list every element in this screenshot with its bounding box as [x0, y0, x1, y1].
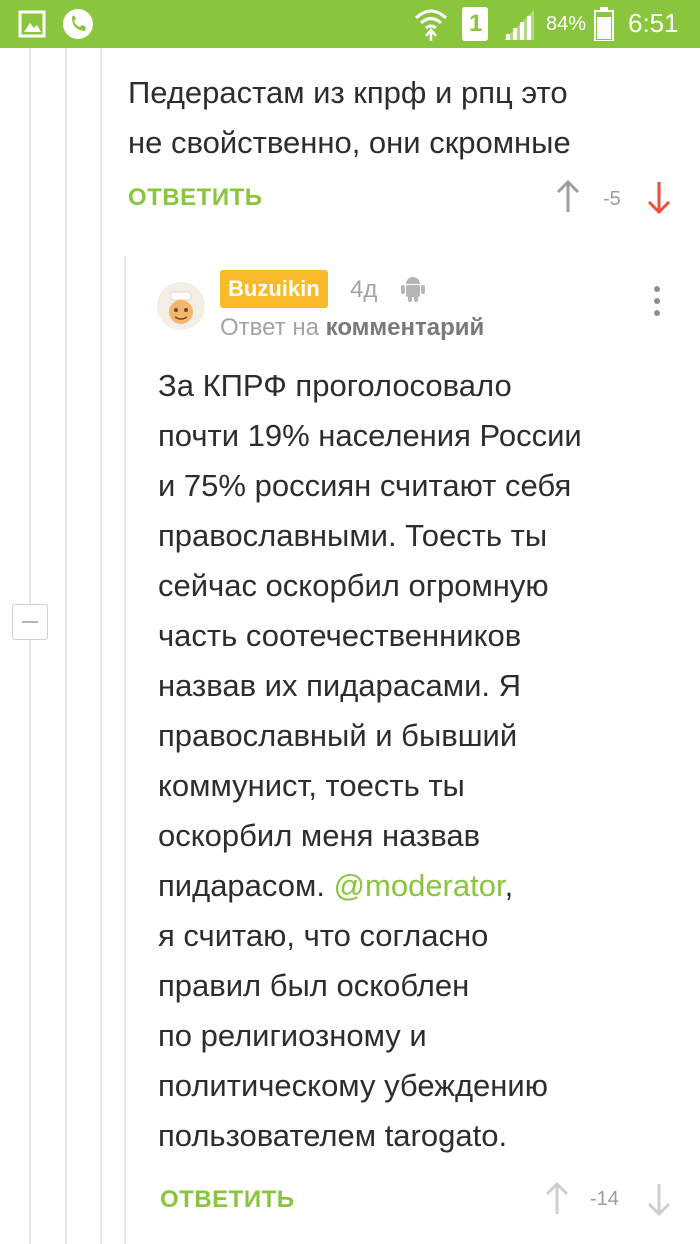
reply-button[interactable]: ОТВЕТИТЬ: [128, 184, 263, 212]
reply-to-prefix: Ответ на: [220, 314, 319, 341]
mention-line: пидарасом. @moderator,: [158, 868, 514, 903]
thread-line: [124, 256, 126, 1244]
reply-comment-text: За КПРФ проголосовало почти 19% населени…: [158, 368, 582, 1153]
username-badge[interactable]: Buzuikin: [220, 270, 328, 308]
reply-to-link[interactable]: комментарий: [326, 314, 485, 341]
thread-line: [29, 48, 31, 604]
avatar-image: [169, 291, 193, 324]
more-options-icon[interactable]: [653, 286, 661, 322]
sim-icon: 1: [462, 7, 488, 41]
downvote-icon[interactable]: [646, 180, 672, 214]
battery-percent: 84%: [546, 13, 587, 35]
signal-icon: [504, 10, 534, 40]
phone-icon: [63, 9, 93, 39]
avatar[interactable]: [157, 282, 205, 330]
collapse-thread-button[interactable]: [12, 604, 48, 640]
battery-icon: [594, 7, 614, 41]
wifi-icon: [414, 9, 448, 41]
comment-score: -5: [603, 188, 621, 210]
mention-link[interactable]: @moderator: [334, 868, 505, 903]
parent-comment-text: Педерастам из кпрф и рпц это не свойстве…: [128, 75, 571, 160]
reply-button[interactable]: ОТВЕТИТЬ: [160, 1186, 295, 1214]
status-bar: 1 84% 6:51: [0, 0, 700, 48]
thread-line: [65, 48, 67, 1244]
comment-time: 4д: [350, 276, 378, 303]
clock: 6:51: [628, 8, 679, 38]
reply-to-line: Ответ на комментарий: [220, 314, 484, 342]
downvote-icon[interactable]: [646, 1182, 672, 1216]
image-icon: [18, 10, 46, 38]
upvote-icon[interactable]: [544, 1182, 570, 1216]
android-icon: [401, 277, 425, 302]
sim-slot-label: 1: [469, 10, 483, 37]
upvote-icon[interactable]: [555, 180, 581, 214]
comment-score: -14: [590, 1188, 619, 1210]
thread-line: [100, 48, 102, 1244]
thread-line: [29, 640, 31, 1244]
